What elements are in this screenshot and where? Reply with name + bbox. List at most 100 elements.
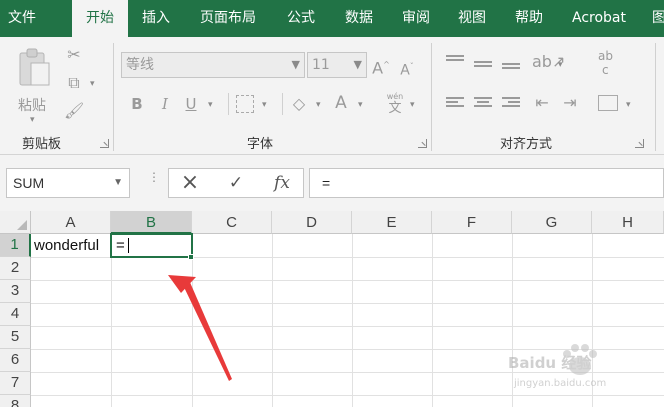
- decrease-indent-icon[interactable]: ⇤: [532, 93, 552, 113]
- clipboard-launcher-icon[interactable]: [100, 139, 109, 148]
- font-name-value: 等线: [126, 57, 154, 73]
- row-header-selected[interactable]: 1: [0, 234, 31, 257]
- gridline: [432, 234, 433, 407]
- borders-dropdown-icon[interactable]: ▾: [262, 100, 267, 110]
- formula-buttons: × ✓ fx: [168, 168, 304, 198]
- fill-color-icon[interactable]: ◇: [290, 94, 308, 114]
- orientation-dropdown-icon[interactable]: ▾: [558, 60, 563, 70]
- menu-page-layout[interactable]: 页面布局: [200, 0, 256, 37]
- merge-center-icon[interactable]: [598, 95, 618, 111]
- divider: [282, 93, 283, 115]
- group-divider: [113, 43, 114, 151]
- alignment-launcher-icon[interactable]: [635, 139, 644, 148]
- worksheet-grid: A B C D E F G H 1 2 3 4 5 6 7 8 wonderfu…: [0, 211, 664, 407]
- align-left-icon[interactable]: [446, 97, 464, 111]
- phonetic-dropdown-icon[interactable]: ▾: [410, 100, 415, 110]
- italic-button[interactable]: I: [156, 94, 174, 114]
- baidu-watermark: Baidu 经验 jingyan.baidu.com: [508, 338, 658, 398]
- row-header[interactable]: 6: [0, 349, 31, 372]
- column-header[interactable]: G: [512, 211, 592, 234]
- divider: [228, 93, 229, 115]
- phonetic-guide-icon[interactable]: wén 文: [384, 92, 406, 118]
- paste-button[interactable]: 粘贴 ▾: [14, 45, 54, 125]
- paste-dropdown-icon[interactable]: ▾: [30, 115, 35, 125]
- column-header[interactable]: C: [192, 211, 272, 234]
- menu-help[interactable]: 帮助: [515, 0, 543, 37]
- column-header[interactable]: F: [432, 211, 512, 234]
- cell-b1-value: =: [116, 237, 125, 254]
- cell-a1[interactable]: wonderful: [34, 234, 110, 257]
- select-all-button[interactable]: [0, 211, 31, 234]
- ribbon: 粘贴 ▾ ✂ ⧉ ▾ 🖌 剪贴板 等线 ▼ 11 ▼ A^ Aˇ B I U ▾…: [0, 37, 664, 155]
- align-right-icon[interactable]: [502, 97, 520, 111]
- fill-handle[interactable]: [188, 254, 194, 260]
- increase-indent-icon[interactable]: ⇥: [560, 93, 580, 113]
- underline-dropdown-icon[interactable]: ▾: [208, 100, 213, 110]
- menu-acrobat[interactable]: Acrobat: [572, 0, 626, 37]
- watermark-url: jingyan.baidu.com: [514, 378, 607, 389]
- increase-font-size-icon[interactable]: A^: [372, 55, 390, 78]
- active-cell-b1[interactable]: =: [110, 233, 193, 258]
- column-header[interactable]: D: [272, 211, 352, 234]
- column-header-selected[interactable]: B: [111, 211, 192, 234]
- paste-label: 粘贴: [18, 98, 46, 114]
- bold-button[interactable]: B: [128, 94, 146, 114]
- clipboard-group-label: 剪贴板: [22, 137, 62, 152]
- menu-file[interactable]: 文件: [8, 0, 36, 37]
- alignment-group-label: 对齐方式: [500, 137, 553, 152]
- font-size-select[interactable]: 11 ▼: [307, 52, 367, 78]
- font-color-dropdown-icon[interactable]: ▾: [358, 100, 363, 110]
- name-box[interactable]: SUM ▼: [6, 168, 130, 198]
- watermark-text: Baidu 经验: [508, 354, 592, 372]
- chevron-down-icon: ▼: [353, 58, 362, 71]
- insert-function-button[interactable]: fx: [265, 169, 299, 197]
- row-header[interactable]: 5: [0, 326, 31, 349]
- paste-icon: [19, 48, 50, 86]
- decrease-font-size-icon[interactable]: Aˇ: [398, 57, 416, 81]
- formula-input[interactable]: =: [309, 168, 664, 198]
- cancel-icon[interactable]: ×: [173, 169, 207, 197]
- row-header[interactable]: 4: [0, 303, 31, 326]
- row-header[interactable]: 3: [0, 280, 31, 303]
- gridline: [31, 326, 664, 327]
- drag-handle-icon[interactable]: ⋮: [148, 171, 160, 192]
- menu-bar: 文件 开始 插入 页面布局 公式 数据 审阅 视图 帮助 Acrobat 图: [0, 0, 664, 37]
- menu-formulas[interactable]: 公式: [287, 0, 315, 37]
- font-launcher-icon[interactable]: [418, 139, 427, 148]
- middle-align-icon[interactable]: [474, 57, 492, 71]
- menu-review[interactable]: 审阅: [402, 0, 430, 37]
- font-name-select[interactable]: 等线 ▼: [121, 52, 305, 78]
- row-header[interactable]: 7: [0, 372, 31, 395]
- menu-more[interactable]: 图: [652, 0, 664, 37]
- top-align-icon[interactable]: [446, 55, 464, 69]
- borders-icon[interactable]: [236, 95, 254, 113]
- copy-dropdown-icon[interactable]: ▾: [90, 79, 95, 89]
- menu-data[interactable]: 数据: [345, 0, 373, 37]
- orientation-icon[interactable]: ab↗: [532, 52, 565, 72]
- formula-bar: SUM ▼ ⋮ × ✓ fx =: [0, 155, 664, 211]
- column-header[interactable]: H: [592, 211, 664, 234]
- underline-button[interactable]: U: [182, 94, 200, 114]
- format-painter-icon[interactable]: 🖌: [64, 101, 84, 121]
- name-box-value: SUM: [13, 175, 45, 191]
- wrap-text-button[interactable]: ab c: [598, 49, 624, 85]
- enter-icon[interactable]: ✓: [219, 169, 253, 197]
- row-header[interactable]: 8: [0, 395, 31, 407]
- fill-color-dropdown-icon[interactable]: ▾: [316, 100, 321, 110]
- gridline: [31, 280, 664, 281]
- menu-insert[interactable]: 插入: [142, 0, 170, 37]
- menu-home[interactable]: 开始: [72, 0, 128, 37]
- gridline: [352, 234, 353, 407]
- merge-dropdown-icon[interactable]: ▾: [626, 100, 631, 110]
- column-header[interactable]: E: [352, 211, 432, 234]
- copy-icon[interactable]: ⧉: [64, 73, 84, 93]
- cut-icon[interactable]: ✂: [64, 45, 84, 65]
- chevron-down-icon: ▼: [291, 58, 300, 71]
- font-color-icon[interactable]: A: [332, 93, 350, 113]
- row-header[interactable]: 2: [0, 257, 31, 280]
- menu-view[interactable]: 视图: [458, 0, 486, 37]
- bottom-align-icon[interactable]: [502, 59, 520, 73]
- column-header[interactable]: A: [31, 211, 111, 234]
- chevron-down-icon: ▼: [113, 177, 123, 188]
- align-center-icon[interactable]: [474, 97, 492, 111]
